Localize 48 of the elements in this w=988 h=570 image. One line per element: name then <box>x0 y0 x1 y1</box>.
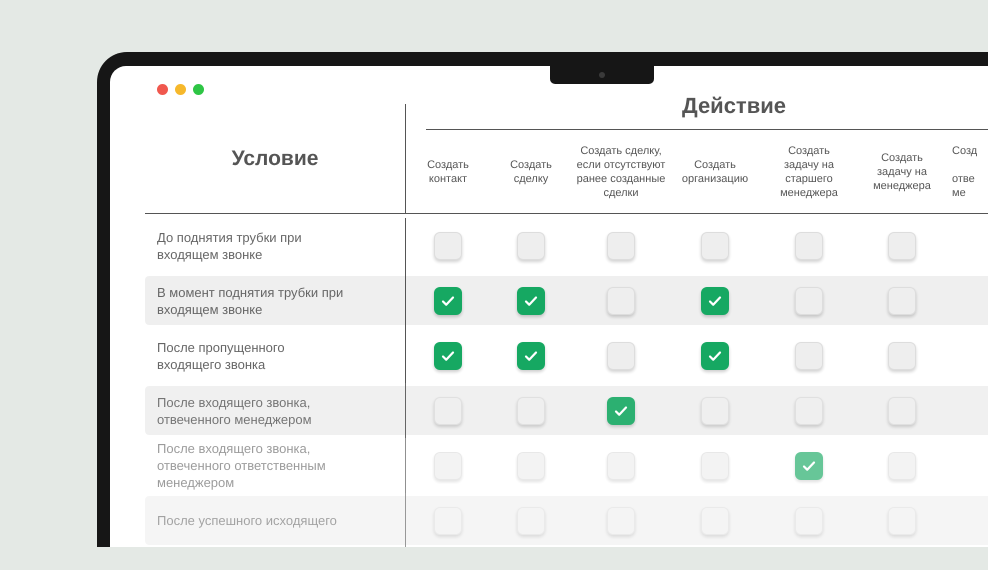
checkbox[interactable] <box>607 396 635 424</box>
checkbox[interactable] <box>517 396 545 424</box>
condition-text: После пропущенного входящего звонка <box>157 338 285 372</box>
column-header: Созд отве ме <box>952 144 978 200</box>
condition-text: После входящего звонка, отвеченного менеджером <box>157 394 312 428</box>
checkbox[interactable] <box>434 286 462 314</box>
checkbox[interactable] <box>888 342 916 370</box>
checkbox[interactable] <box>888 396 916 424</box>
checkbox[interactable] <box>888 452 916 480</box>
column-header: Создать сделку, если отсутствуют ранее созданные сделки <box>576 144 666 200</box>
checkbox[interactable] <box>701 396 729 424</box>
checkbox[interactable] <box>607 452 635 480</box>
checkbox[interactable] <box>701 232 729 260</box>
column-header: Создать сделку <box>510 158 552 186</box>
column-header: Создать контакт <box>427 158 469 186</box>
checkbox[interactable] <box>434 452 462 480</box>
checkbox[interactable] <box>795 396 823 424</box>
maximize-window-icon[interactable] <box>193 84 204 95</box>
checkbox[interactable] <box>434 342 462 370</box>
column-header: Создать организацию <box>682 158 748 186</box>
checkbox[interactable] <box>795 452 823 480</box>
condition-text: В момент поднятия трубки при входящем звонке <box>157 284 344 318</box>
checkbox[interactable] <box>434 232 462 260</box>
checkbox[interactable] <box>517 452 545 480</box>
checkbox[interactable] <box>607 342 635 370</box>
column-header: Создать задачу на старшего менеджера <box>780 144 838 200</box>
checkbox[interactable] <box>795 342 823 370</box>
checkbox[interactable] <box>517 286 545 314</box>
minimize-window-icon[interactable] <box>175 84 186 95</box>
condition-text: После входящего звонка, отвеченного ответственным менеджером <box>157 440 326 491</box>
checkbox[interactable] <box>517 232 545 260</box>
close-window-icon[interactable] <box>157 84 168 95</box>
checkbox[interactable] <box>701 342 729 370</box>
condition-text: До поднятия трубки при входящем звонке <box>157 228 302 262</box>
checkbox[interactable] <box>607 232 635 260</box>
checkbox[interactable] <box>888 286 916 314</box>
column-header: Создать задачу на менеджера <box>873 150 931 192</box>
checkbox[interactable] <box>701 286 729 314</box>
group-header: Действие <box>682 94 786 118</box>
checkbox[interactable] <box>607 286 635 314</box>
checkbox[interactable] <box>795 286 823 314</box>
checkbox[interactable] <box>517 342 545 370</box>
checkbox[interactable] <box>701 452 729 480</box>
column-header: Условие <box>232 146 318 172</box>
checkbox[interactable] <box>888 232 916 260</box>
condition-text: После успешного исходящего <box>157 512 337 529</box>
checkbox[interactable] <box>795 232 823 260</box>
checkbox[interactable] <box>434 396 462 424</box>
